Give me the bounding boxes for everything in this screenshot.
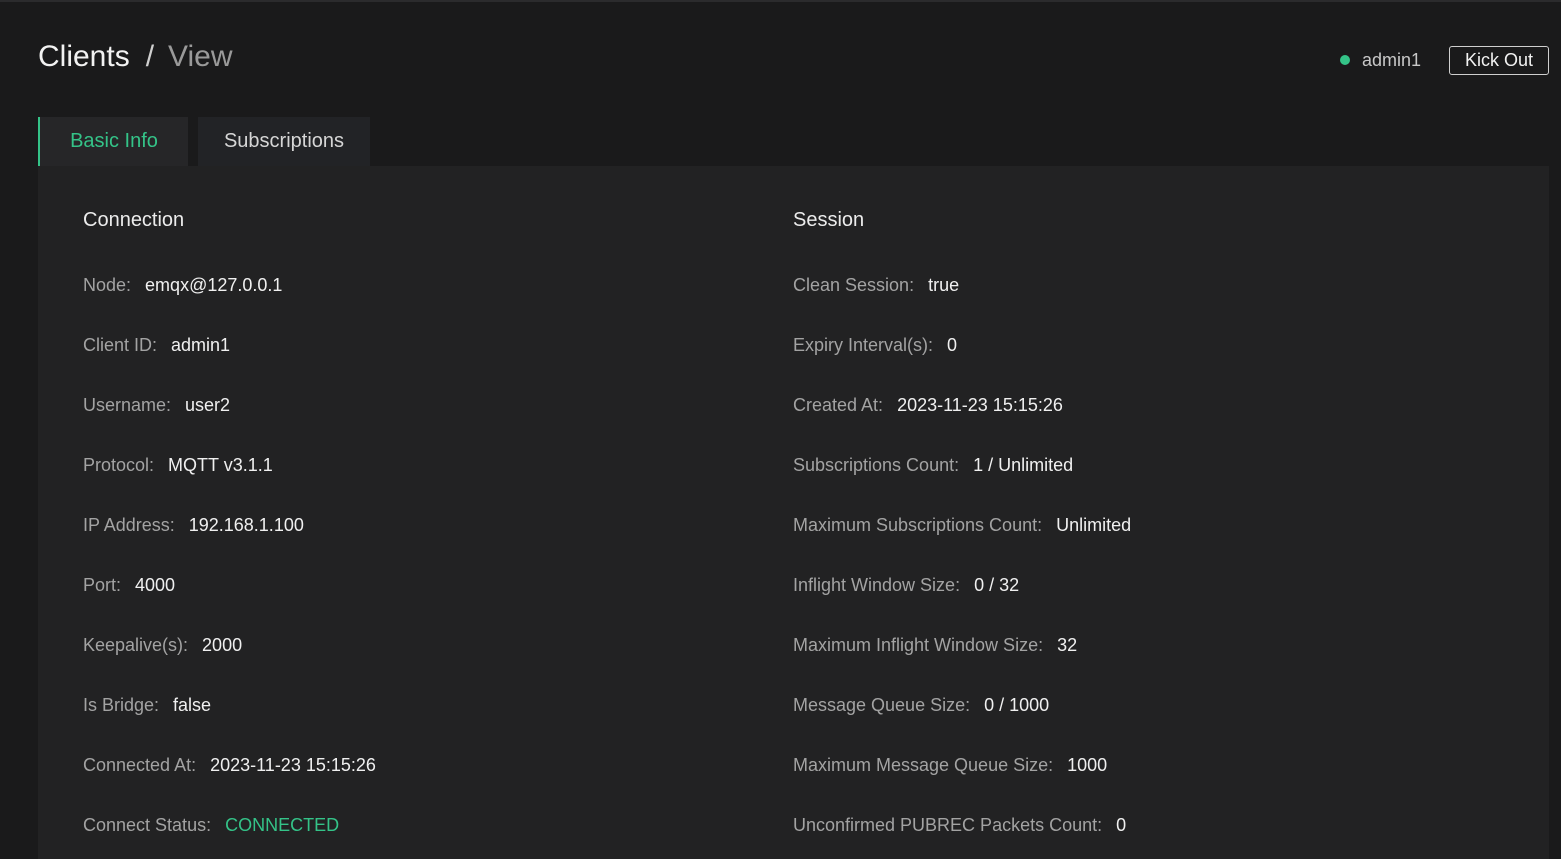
info-row-connected-at: Connected At: 2023-11-23 15:15:26 xyxy=(83,753,376,777)
info-label: Message Queue Size: xyxy=(793,695,971,715)
info-row-is-bridge: Is Bridge: false xyxy=(83,693,211,717)
info-row-expiry-interval: Expiry Interval(s): 0 xyxy=(793,333,957,357)
info-value: 2000 xyxy=(202,635,243,655)
info-row-max-subscriptions-count: Maximum Subscriptions Count: Unlimited xyxy=(793,513,1131,537)
info-row-client-id: Client ID: admin1 xyxy=(83,333,230,357)
info-value: 0 / 32 xyxy=(974,575,1020,595)
info-value: 192.168.1.100 xyxy=(188,515,304,535)
tab-basic-info[interactable]: Basic Info xyxy=(38,117,188,166)
client-status: admin1 xyxy=(1340,49,1421,71)
info-label: Maximum Subscriptions Count: xyxy=(793,515,1043,535)
info-value: 0 / 1000 xyxy=(984,695,1050,715)
session-section-title: Session xyxy=(793,209,865,231)
info-label: Username: xyxy=(83,395,172,415)
info-row-created-at: Created At: 2023-11-23 15:15:26 xyxy=(793,393,1063,417)
info-value: 1000 xyxy=(1067,755,1108,775)
info-value: MQTT v3.1.1 xyxy=(168,455,273,475)
breadcrumb-clients[interactable]: Clients xyxy=(38,40,130,73)
info-row-ip-address: IP Address: 192.168.1.100 xyxy=(83,513,304,537)
info-value: 32 xyxy=(1057,635,1078,655)
info-value: 2023-11-23 15:15:26 xyxy=(897,395,1063,415)
info-row-max-inflight-window-size: Maximum Inflight Window Size: 32 xyxy=(793,633,1077,657)
info-label: Port: xyxy=(83,575,122,595)
connect-status-value: CONNECTED xyxy=(225,815,340,835)
tab-bar: Basic Info Subscriptions xyxy=(38,117,370,166)
info-value: 1 / Unlimited xyxy=(973,455,1074,475)
info-value: emqx@127.0.0.1 xyxy=(145,275,283,295)
info-row-unconfirmed-pubrec-count: Unconfirmed PUBREC Packets Count: 0 xyxy=(793,813,1126,837)
info-row-inflight-window-size: Inflight Window Size: 0 / 32 xyxy=(793,573,1019,597)
info-value: true xyxy=(928,275,960,295)
info-label: Inflight Window Size: xyxy=(793,575,961,595)
info-value: 0 xyxy=(1116,815,1127,835)
info-label: Maximum Inflight Window Size: xyxy=(793,635,1044,655)
info-label: Connected At: xyxy=(83,755,197,775)
info-row-message-queue-size: Message Queue Size: 0 / 1000 xyxy=(793,693,1049,717)
info-label: Expiry Interval(s): xyxy=(793,335,934,355)
info-label: Client ID: xyxy=(83,335,158,355)
basic-info-panel: Connection Session Node: emqx@127.0.0.1 C… xyxy=(38,166,1549,859)
info-value: user2 xyxy=(185,395,231,415)
client-name: admin1 xyxy=(1362,49,1422,70)
info-row-clean-session: Clean Session: true xyxy=(793,273,959,297)
connection-section-title: Connection xyxy=(83,209,185,231)
info-row-node: Node: emqx@127.0.0.1 xyxy=(83,273,282,297)
info-label: Node: xyxy=(83,275,132,295)
info-label: Keepalive(s): xyxy=(83,635,189,655)
info-row-protocol: Protocol: MQTT v3.1.1 xyxy=(83,453,273,477)
info-label: Protocol: xyxy=(83,455,155,475)
info-label: Subscriptions Count: xyxy=(793,455,960,475)
info-label: IP Address: xyxy=(83,515,175,535)
info-row-max-message-queue-size: Maximum Message Queue Size: 1000 xyxy=(793,753,1107,777)
info-row-keepalive: Keepalive(s): 2000 xyxy=(83,633,242,657)
info-row-username: Username: user2 xyxy=(83,393,230,417)
info-value: admin1 xyxy=(171,335,231,355)
info-label: Connect Status: xyxy=(83,815,212,835)
info-label: Is Bridge: xyxy=(83,695,160,715)
info-row-connect-status: Connect Status: CONNECTED xyxy=(83,813,339,837)
info-value: 0 xyxy=(947,335,958,355)
info-row-port: Port: 4000 xyxy=(83,573,175,597)
page-title: Clients / View xyxy=(38,38,233,76)
info-value: false xyxy=(173,695,212,715)
kick-out-button[interactable]: Kick Out xyxy=(1449,46,1549,75)
client-detail-page: Clients / View admin1 Kick Out Basic Info … xyxy=(0,0,1561,859)
online-status-dot-icon xyxy=(1340,55,1350,65)
tab-subscriptions[interactable]: Subscriptions xyxy=(198,117,370,166)
breadcrumb-view: View xyxy=(168,40,233,73)
info-label: Maximum Message Queue Size: xyxy=(793,755,1054,775)
info-label: Clean Session: xyxy=(793,275,915,295)
info-value: 4000 xyxy=(135,575,176,595)
info-label: Unconfirmed PUBREC Packets Count: xyxy=(793,815,1103,835)
breadcrumb-separator: / xyxy=(145,40,155,73)
info-value: 2023-11-23 15:15:26 xyxy=(210,755,376,775)
info-value: Unlimited xyxy=(1056,515,1132,535)
info-row-subscriptions-count: Subscriptions Count: 1 / Unlimited xyxy=(793,453,1073,477)
info-label: Created At: xyxy=(793,395,884,415)
